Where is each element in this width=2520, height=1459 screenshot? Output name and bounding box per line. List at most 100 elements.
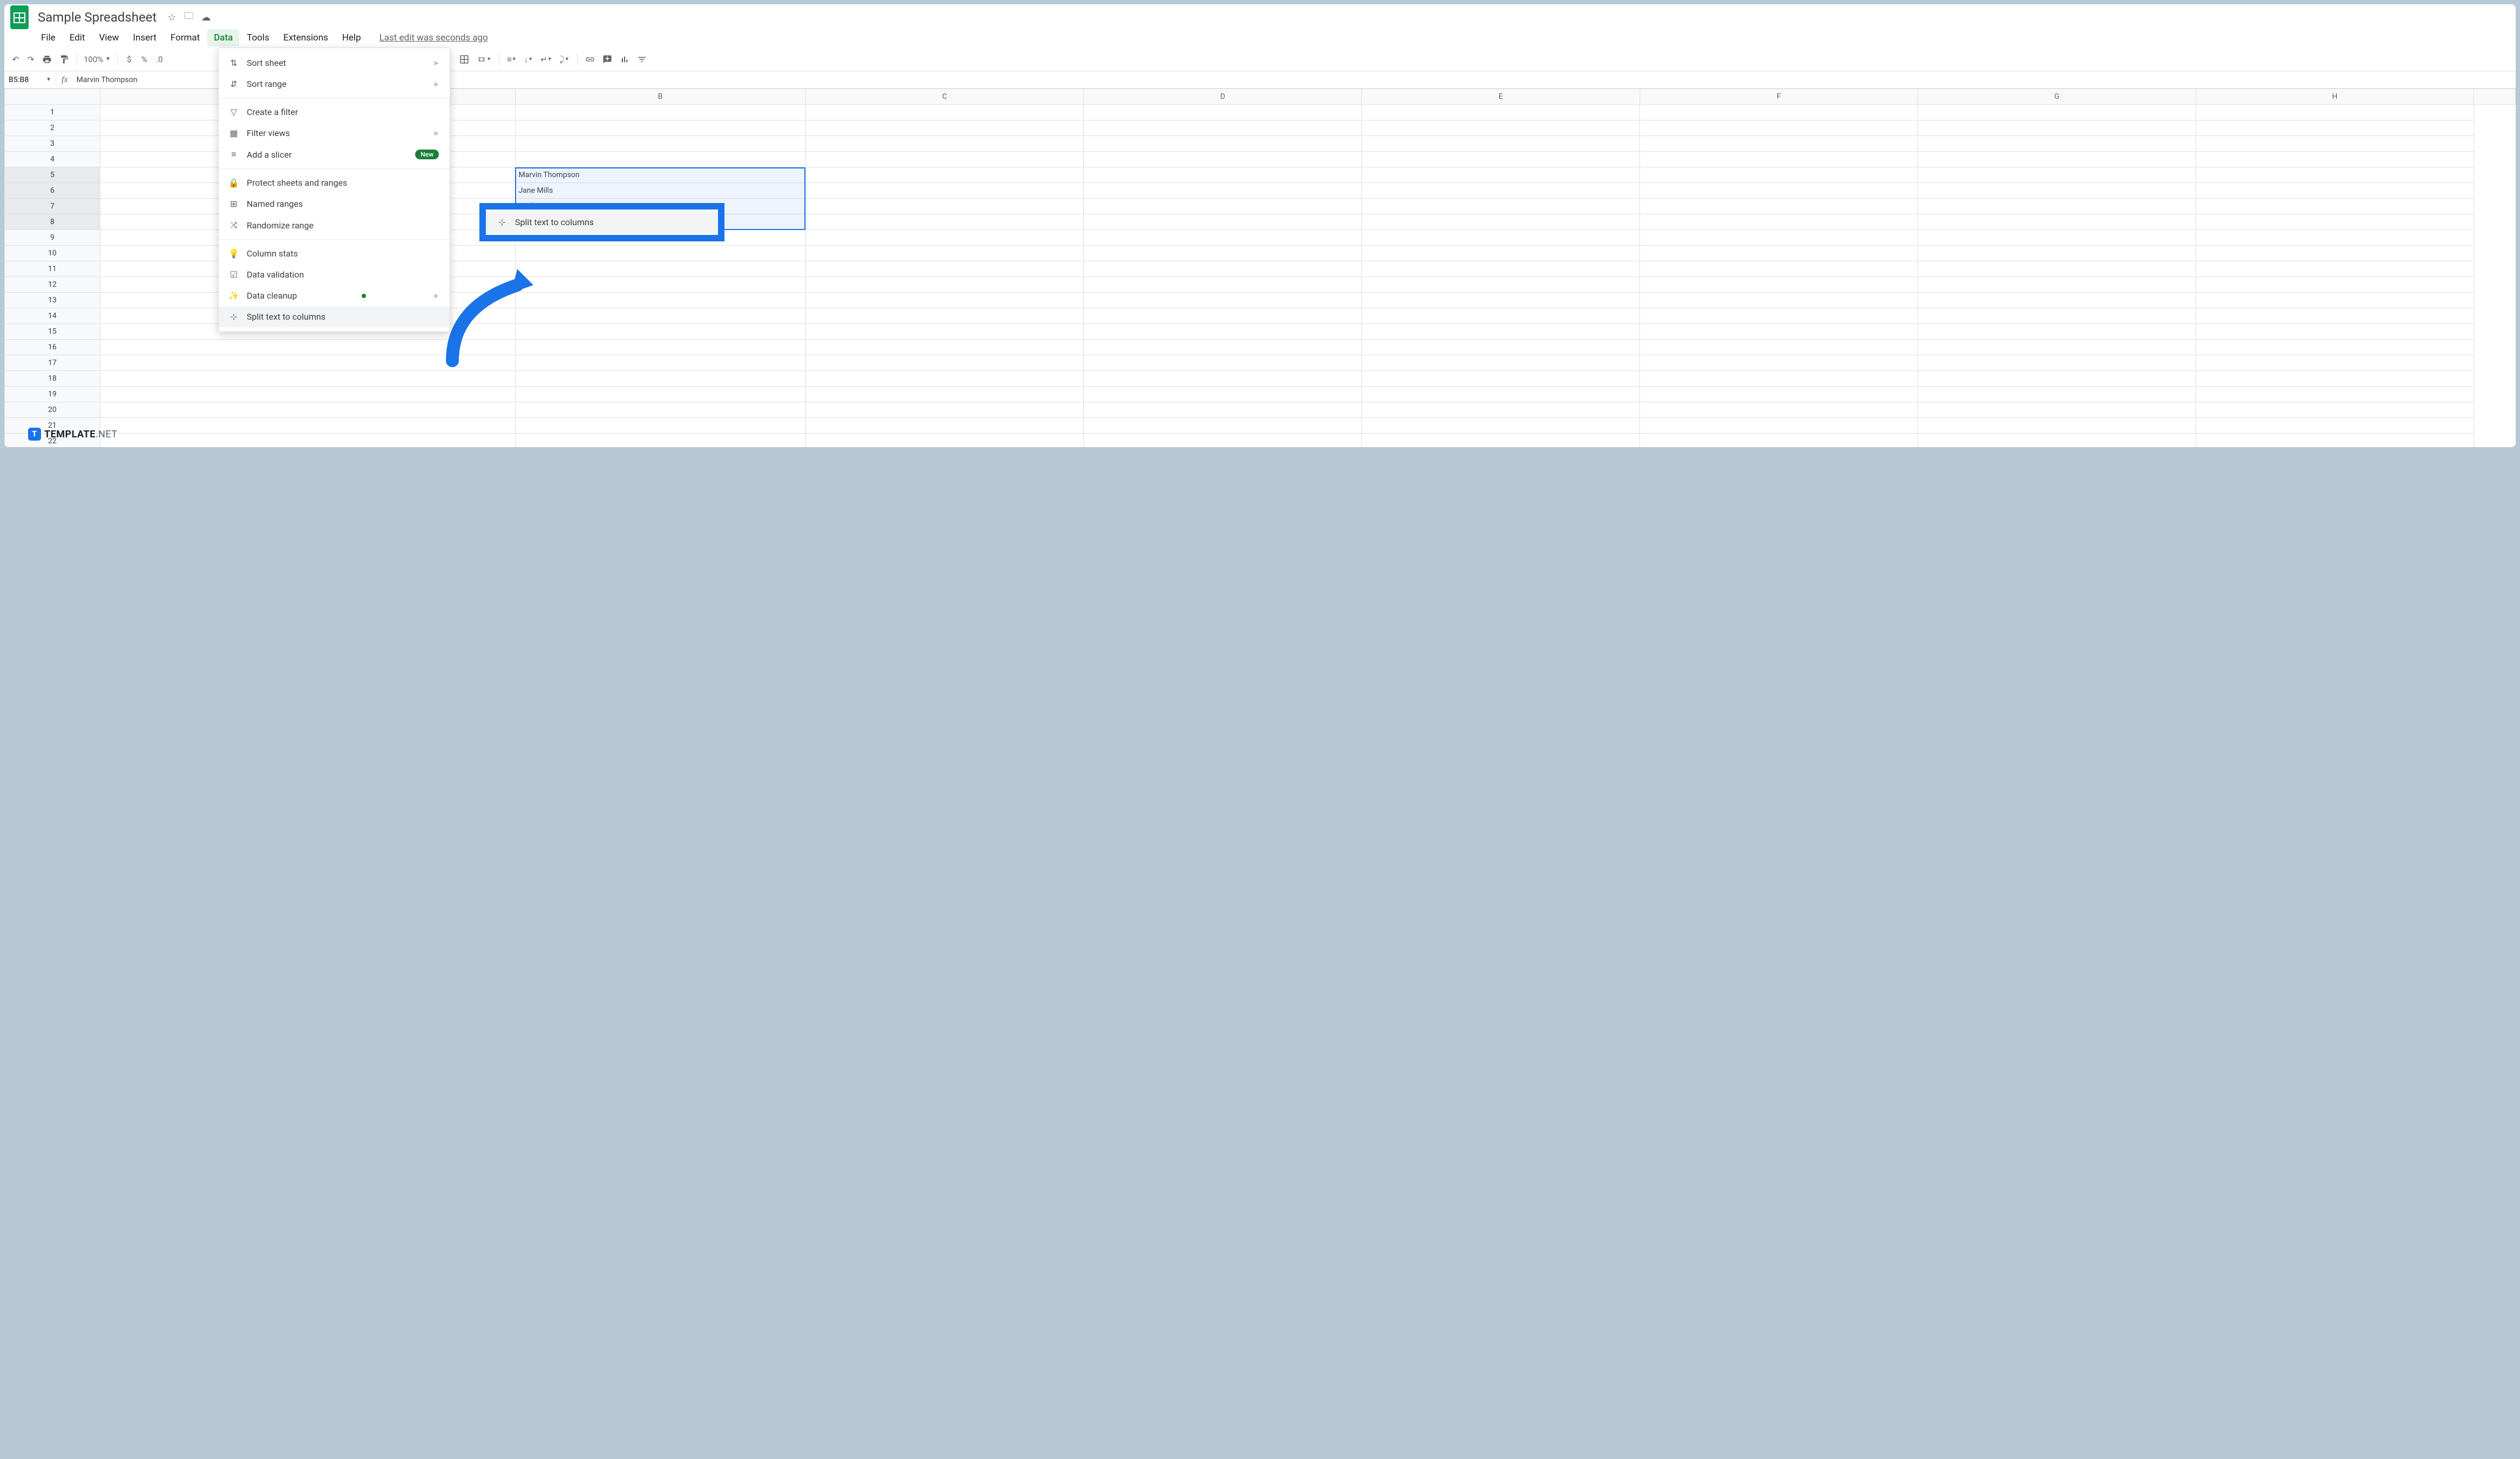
menu-split-text[interactable]: ⊹Split text to columns: [219, 306, 450, 327]
cell-F2[interactable]: [1640, 120, 1918, 136]
cell-H9[interactable]: [2196, 230, 2474, 246]
cell-A20[interactable]: [100, 402, 515, 418]
menu-add-slicer[interactable]: ≡Add a slicerNew: [219, 144, 450, 165]
cell-C16[interactable]: [805, 340, 1083, 355]
cell-G13[interactable]: [1918, 293, 2196, 308]
link-button[interactable]: [582, 52, 598, 66]
row-header-6[interactable]: 6: [5, 183, 100, 199]
cell-G10[interactable]: [1918, 246, 2196, 261]
filter-button[interactable]: [634, 52, 650, 66]
cell-A22[interactable]: [100, 434, 515, 448]
cell-H6[interactable]: [2196, 183, 2474, 199]
cell-B15[interactable]: [515, 324, 805, 340]
col-header-G[interactable]: G: [1918, 89, 2196, 105]
cell-C9[interactable]: [805, 230, 1083, 246]
menu-format[interactable]: Format: [164, 29, 206, 46]
cell-C12[interactable]: [805, 277, 1083, 293]
cell-D4[interactable]: [1083, 152, 1361, 167]
menu-sort-sheet[interactable]: ⇅Sort sheet▶: [219, 52, 450, 73]
cell-C13[interactable]: [805, 293, 1083, 308]
cell-E9[interactable]: [1361, 230, 1640, 246]
cell-E19[interactable]: [1361, 387, 1640, 402]
currency-button[interactable]: $: [122, 52, 136, 66]
cell-E4[interactable]: [1361, 152, 1640, 167]
cell-C20[interactable]: [805, 402, 1083, 418]
cell-H22[interactable]: [2196, 434, 2474, 448]
cell-B13[interactable]: [515, 293, 805, 308]
row-header-1[interactable]: 1: [5, 105, 100, 120]
star-icon[interactable]: ☆: [167, 12, 176, 23]
cell-D6[interactable]: [1083, 183, 1361, 199]
cell-D19[interactable]: [1083, 387, 1361, 402]
cell-A21[interactable]: [100, 418, 515, 434]
cell-G1[interactable]: [1918, 105, 2196, 120]
cell-G2[interactable]: [1918, 120, 2196, 136]
cell-E7[interactable]: [1361, 199, 1640, 214]
cell-D22[interactable]: [1083, 434, 1361, 448]
formula-input[interactable]: Marvin Thompson: [73, 76, 141, 84]
cell-G22[interactable]: [1918, 434, 2196, 448]
cell-E8[interactable]: [1361, 214, 1640, 230]
cell-D2[interactable]: [1083, 120, 1361, 136]
cell-B14[interactable]: [515, 308, 805, 324]
cell-G3[interactable]: [1918, 136, 2196, 152]
cell-D7[interactable]: [1083, 199, 1361, 214]
cell-G8[interactable]: [1918, 214, 2196, 230]
cell-H5[interactable]: [2196, 167, 2474, 183]
row-header-18[interactable]: 18: [5, 371, 100, 387]
cell-H3[interactable]: [2196, 136, 2474, 152]
menu-named-ranges[interactable]: ⊞Named ranges: [219, 193, 450, 214]
cell-A19[interactable]: [100, 387, 515, 402]
cell-D1[interactable]: [1083, 105, 1361, 120]
cell-B16[interactable]: [515, 340, 805, 355]
cell-F1[interactable]: [1640, 105, 1918, 120]
cell-E16[interactable]: [1361, 340, 1640, 355]
cell-G7[interactable]: [1918, 199, 2196, 214]
cell-G12[interactable]: [1918, 277, 2196, 293]
percent-button[interactable]: %: [137, 52, 151, 66]
row-header-20[interactable]: 20: [5, 402, 100, 418]
row-header-13[interactable]: 13: [5, 293, 100, 308]
cell-C15[interactable]: [805, 324, 1083, 340]
col-header-H[interactable]: H: [2196, 89, 2474, 105]
cell-H19[interactable]: [2196, 387, 2474, 402]
cell-E5[interactable]: [1361, 167, 1640, 183]
wrap-button[interactable]: ↵ ▼: [537, 52, 556, 66]
row-header-19[interactable]: 19: [5, 387, 100, 402]
menu-filter-views[interactable]: ▦Filter views▶: [219, 123, 450, 144]
cell-C10[interactable]: [805, 246, 1083, 261]
cell-D5[interactable]: [1083, 167, 1361, 183]
cell-H21[interactable]: [2196, 418, 2474, 434]
cell-G6[interactable]: [1918, 183, 2196, 199]
cell-D21[interactable]: [1083, 418, 1361, 434]
cell-B22[interactable]: [515, 434, 805, 448]
decimal-button[interactable]: .0: [152, 52, 166, 66]
cell-D18[interactable]: [1083, 371, 1361, 387]
cell-G21[interactable]: [1918, 418, 2196, 434]
cell-C2[interactable]: [805, 120, 1083, 136]
row-header-17[interactable]: 17: [5, 355, 100, 371]
cell-E15[interactable]: [1361, 324, 1640, 340]
row-header-15[interactable]: 15: [5, 324, 100, 340]
cell-D9[interactable]: [1083, 230, 1361, 246]
cell-F10[interactable]: [1640, 246, 1918, 261]
cell-B18[interactable]: [515, 371, 805, 387]
borders-button[interactable]: [456, 52, 472, 66]
cell-E14[interactable]: [1361, 308, 1640, 324]
cell-D16[interactable]: [1083, 340, 1361, 355]
cell-G14[interactable]: [1918, 308, 2196, 324]
cell-G16[interactable]: [1918, 340, 2196, 355]
cell-B3[interactable]: [515, 136, 805, 152]
cell-G20[interactable]: [1918, 402, 2196, 418]
menu-data-validation[interactable]: ☑Data validation: [219, 264, 450, 285]
cell-D12[interactable]: [1083, 277, 1361, 293]
cell-C19[interactable]: [805, 387, 1083, 402]
col-header-C[interactable]: C: [805, 89, 1083, 105]
menu-insert[interactable]: Insert: [126, 29, 163, 46]
cell-F21[interactable]: [1640, 418, 1918, 434]
cell-H2[interactable]: [2196, 120, 2474, 136]
cell-H7[interactable]: [2196, 199, 2474, 214]
last-edit-link[interactable]: Last edit was seconds ago: [380, 32, 488, 43]
row-header-7[interactable]: 7: [5, 199, 100, 214]
cell-C14[interactable]: [805, 308, 1083, 324]
